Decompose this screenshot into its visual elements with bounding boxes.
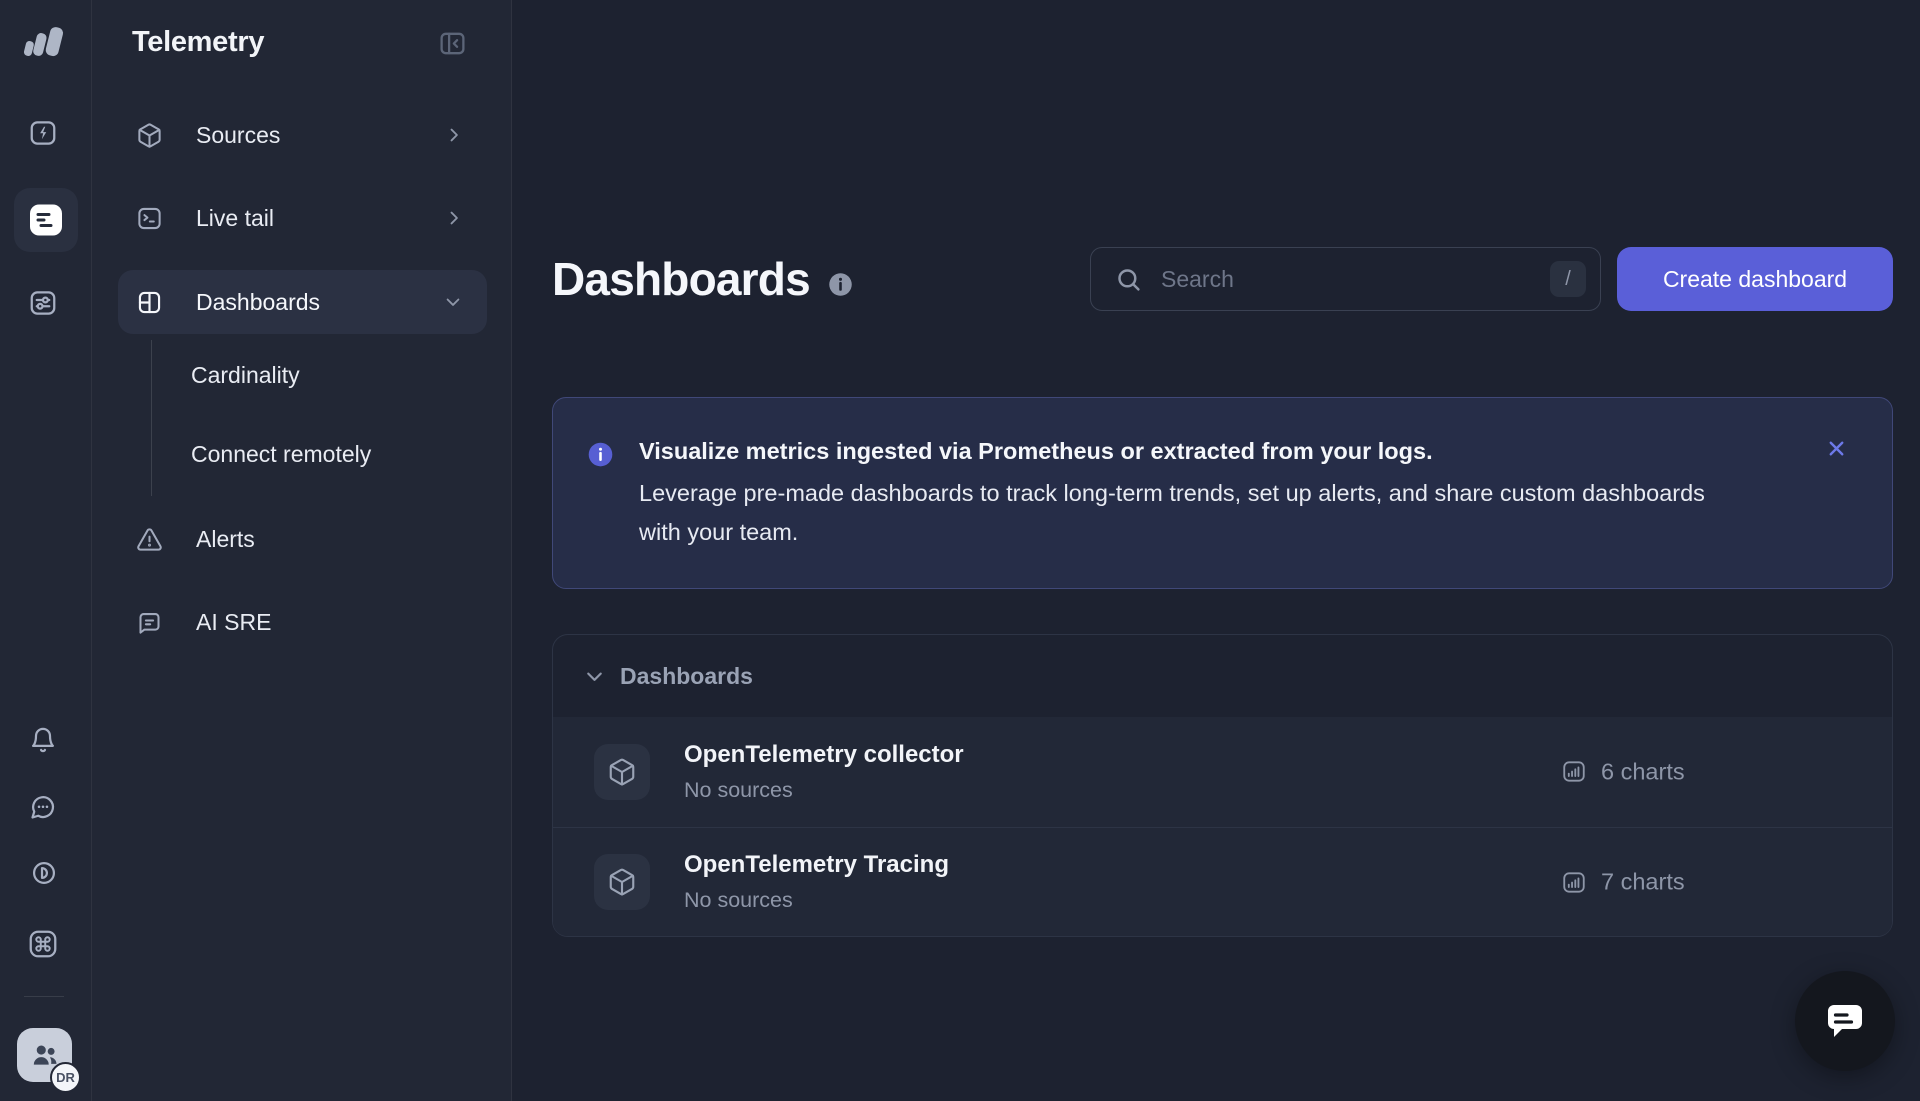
chevron-down-icon: [443, 292, 463, 312]
dashboard-title: OpenTelemetry collector: [684, 741, 964, 769]
sidebar-item-sources[interactable]: Sources: [92, 103, 512, 167]
charts-count-label: 7 charts: [1601, 869, 1685, 896]
chat-widget-button[interactable]: [1795, 971, 1895, 1071]
banner-title: Visualize metrics ingested via Prometheu…: [639, 434, 1772, 468]
dashboards-card: Dashboards OpenTelemetry collector No so…: [552, 634, 1893, 937]
create-dashboard-button[interactable]: Create dashboard: [1617, 247, 1893, 311]
logo-icon[interactable]: [19, 24, 69, 62]
cube-icon: [594, 854, 650, 910]
dashboard-row-text: OpenTelemetry Tracing No sources: [684, 851, 949, 913]
sidebar-item-ai-sre[interactable]: AI SRE: [92, 590, 512, 654]
sidebar-item-alerts[interactable]: Alerts: [92, 507, 512, 571]
banner-text: Visualize metrics ingested via Prometheu…: [639, 434, 1772, 552]
sidebar-item-live-tail[interactable]: Live tail: [92, 186, 512, 250]
slash-shortcut-key: /: [1550, 261, 1586, 297]
charts-count: 6 charts: [1561, 758, 1685, 785]
warning-icon: [136, 526, 163, 553]
collapse-sidebar-icon[interactable]: [438, 29, 467, 58]
chevron-right-icon: [444, 125, 464, 145]
page-title: Dashboards: [552, 252, 810, 306]
dashboards-section-header[interactable]: Dashboards: [553, 635, 1892, 717]
subnav-indent-line: [151, 340, 152, 496]
sidebar-item-label: AI SRE: [196, 609, 271, 636]
bar-chart-icon: [1561, 759, 1587, 785]
sidebar-subitem-cardinality[interactable]: Cardinality: [191, 347, 300, 403]
page-header: Dashboards / Create dashboard: [552, 247, 1893, 311]
terminal-icon: [136, 205, 163, 232]
search-icon: [1115, 266, 1142, 293]
search-input[interactable]: [1159, 265, 1550, 294]
main-content: Dashboards / Create dashboard: [512, 0, 1920, 1101]
charts-count-label: 6 charts: [1601, 758, 1685, 785]
bell-icon[interactable]: [29, 726, 57, 754]
chat-bubble-icon: [1821, 997, 1869, 1045]
sidebar-subitem-connect-remotely[interactable]: Connect remotely: [191, 426, 371, 482]
dashboard-subtitle: No sources: [684, 777, 964, 803]
dashboards-list: OpenTelemetry collector No sources 6 cha…: [553, 717, 1892, 936]
banner-body: Leverage pre-made dashboards to track lo…: [639, 474, 1729, 552]
rail-divider: [24, 996, 64, 997]
close-icon[interactable]: [1819, 431, 1854, 466]
sidebar-item-label: Live tail: [196, 205, 274, 232]
sidebar-item-label: Alerts: [196, 526, 255, 553]
logs-icon-selected[interactable]: [14, 188, 78, 252]
dashboard-subtitle: No sources: [684, 887, 949, 913]
search-box: /: [1090, 247, 1601, 311]
dashboard-icon: [136, 289, 163, 316]
chat-square-icon: [136, 609, 163, 636]
bar-chart-icon: [1561, 869, 1587, 895]
section-title: Dashboards: [620, 663, 753, 690]
chevron-right-icon: [444, 208, 464, 228]
cube-icon: [136, 122, 163, 149]
info-banner: Visualize metrics ingested via Prometheu…: [552, 397, 1893, 589]
charts-count: 7 charts: [1561, 869, 1685, 896]
contrast-icon[interactable]: [30, 859, 58, 887]
sidebar-title: Telemetry: [132, 26, 264, 59]
sidebar-item-dashboards[interactable]: Dashboards: [118, 270, 487, 334]
chevron-down-icon: [583, 665, 606, 688]
feedback-icon[interactable]: [29, 793, 57, 821]
sidebar: Telemetry Sources Live tail: [92, 0, 512, 1101]
sliders-icon[interactable]: [28, 288, 58, 318]
icon-rail: DR: [0, 0, 92, 1101]
user-initials-badge[interactable]: DR: [50, 1062, 81, 1093]
lightning-icon[interactable]: [28, 118, 58, 148]
dashboard-title: OpenTelemetry Tracing: [684, 851, 949, 879]
cube-icon: [594, 744, 650, 800]
command-icon[interactable]: [27, 928, 59, 960]
dashboard-row-opentelemetry-collector[interactable]: OpenTelemetry collector No sources 6 cha…: [553, 717, 1892, 827]
info-filled-icon: [587, 441, 614, 468]
dashboard-row-text: OpenTelemetry collector No sources: [684, 741, 964, 803]
dashboard-row-opentelemetry-tracing[interactable]: OpenTelemetry Tracing No sources 7 chart…: [553, 827, 1892, 937]
info-icon[interactable]: [827, 271, 854, 298]
sidebar-item-label: Sources: [196, 122, 280, 149]
sidebar-item-label: Dashboards: [196, 289, 320, 316]
